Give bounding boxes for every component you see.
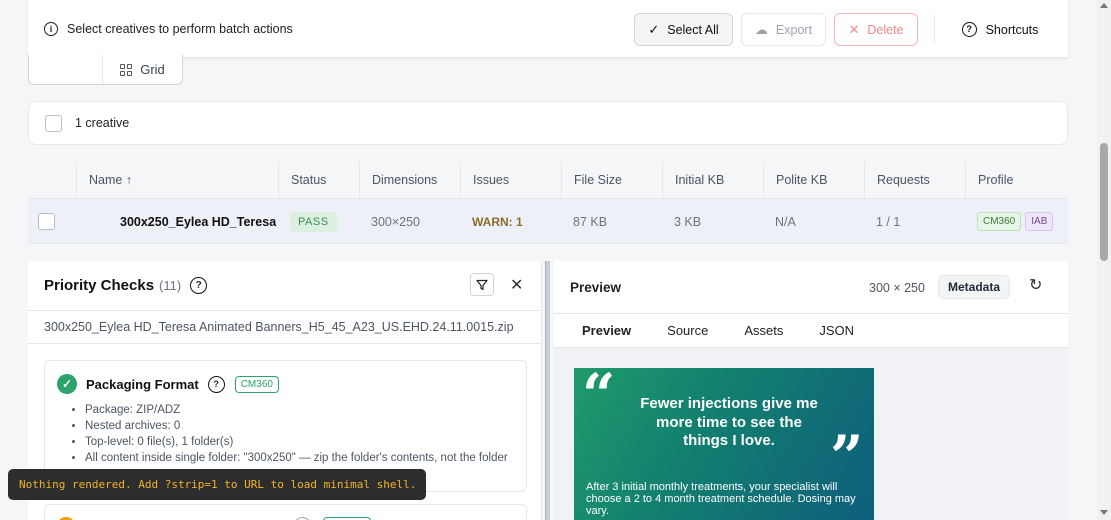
scroll-down-arrow-icon[interactable] [1100,510,1108,515]
check-icon: ✓ [648,21,660,37]
metadata-button[interactable]: Metadata [938,275,1011,299]
column-header-polite-kb[interactable]: Polite KB [763,161,864,199]
priority-checks-title: Priority Checks [44,277,155,294]
scrollbar-thumb[interactable] [1100,143,1108,261]
row-checkbox[interactable] [38,213,55,230]
batch-action-bar: i Select creatives to perform batch acti… [28,0,1068,58]
tab-preview[interactable]: Preview [582,323,631,338]
grid-label: Grid [140,62,165,77]
close-icon[interactable]: ✕ [510,275,523,295]
check-card-badge: CM360 [234,375,279,393]
issues-cell: WARN: 1 [460,199,561,244]
creatives-table: Name ↑ Status Dimensions Issues File Siz… [28,161,1068,244]
shortcuts-button[interactable]: ? Shortcuts [950,13,1050,46]
view-toggle: Grid [28,55,183,85]
close-quote-glyph: ” [830,423,864,491]
select-all-checkbox[interactable] [45,114,62,132]
dimensions-cell: 300×250 [371,214,421,229]
priority-checks-count: (11) [159,278,182,293]
check-detail-item: Package: ZIP/ADZ [85,402,526,418]
check-card-next[interactable] [44,504,527,520]
preview-header: Preview 300 × 250 Metadata ↻ [554,261,1068,314]
export-label: Export [775,22,813,37]
delete-label: Delete [867,22,904,37]
column-header-file-size[interactable]: File Size [561,161,662,199]
refresh-icon[interactable]: ↻ [1029,275,1042,295]
row-select-cell [28,199,76,244]
preview-canvas: “ Fewer injections give me more time to … [554,348,1068,520]
preview-dimensions: 300 × 250 [869,281,925,295]
view-toggle-grid[interactable]: Grid [103,55,182,84]
profile-badge-cm360: CM360 [977,212,1022,231]
tab-json[interactable]: JSON [819,323,854,338]
ad-banner-preview[interactable]: “ Fewer injections give me more time to … [574,361,874,520]
status-cell: PASS [278,199,359,244]
shortcuts-label: Shortcuts [985,22,1039,37]
banner-headline: Fewer injections give me more time to se… [640,395,818,449]
preview-title: Preview [570,279,622,295]
filter-icon [476,279,488,290]
creative-count: 1 creative [75,116,130,130]
select-all-button[interactable]: ✓ Select All [634,13,733,46]
export-button[interactable]: ☁ Export [741,13,826,46]
polite-kb-cell: N/A [775,214,796,229]
debug-toast: Nothing rendered. Add ?strip=1 to URL to… [8,469,426,500]
delete-button[interactable]: ✕ Delete [834,13,918,46]
tab-assets[interactable]: Assets [744,323,783,338]
batch-info-text: Select creatives to perform batch action… [67,21,293,36]
page-scrollbar[interactable] [1097,0,1111,520]
tab-source[interactable]: Source [667,323,708,338]
issues-badge[interactable]: WARN: 1 [472,215,523,229]
creative-count-bar: 1 creative [28,101,1068,145]
preview-tabs: Preview Source Assets JSON [554,314,1068,348]
banner-subline: After 3 initial monthly treatments, your… [586,481,856,517]
filter-button[interactable] [470,273,494,296]
help-icon[interactable]: ? [190,277,208,294]
view-toggle-list[interactable] [29,55,103,84]
check-detail-item: Top-level: 0 file(s), 1 folder(s) [85,434,526,450]
column-header-name[interactable]: Name ↑ [76,161,278,199]
check-card-title: Packaging Format [86,376,199,392]
select-all-label: Select All [667,22,719,37]
column-header-profile[interactable]: Profile [965,161,1068,199]
debug-toast-text: Nothing rendered. Add ?strip=1 to URL to… [19,478,417,491]
check-detail-item: Nested archives: 0 [85,418,526,434]
requests-cell: 1 / 1 [876,214,901,229]
check-card-header: ✓ Packaging Format ? CM360 [57,374,526,394]
table-row[interactable]: 300x250_Eylea HD_Teresa Animated Banners… [28,199,1068,244]
scroll-up-arrow-icon[interactable] [1100,3,1108,8]
check-card-details: Package: ZIP/ADZ Nested archives: 0 Top-… [85,402,526,466]
initial-kb-cell: 3 KB [674,214,702,229]
column-header-status[interactable]: Status [278,161,359,199]
creative-name[interactable]: 300x250_Eylea HD_Teresa Animated Banners… [76,199,278,244]
check-detail-item: All content inside single folder: "300x2… [85,450,526,466]
panel-resize-handle[interactable] [545,261,550,520]
toolbar-divider [934,15,935,43]
info-icon: i [44,21,58,36]
column-header-dimensions[interactable]: Dimensions [359,161,460,199]
column-header-select [28,161,76,199]
priority-checks-filename: 300x250_Eylea HD_Teresa Animated Banners… [28,311,541,344]
close-icon: ✕ [848,21,860,37]
profile-cell: CM360 IAB [965,199,1068,244]
table-header: Name ↑ Status Dimensions Issues File Siz… [28,161,1068,199]
priority-checks-header: Priority Checks (11) ? ✕ [28,261,541,311]
batch-info: i Select creatives to perform batch acti… [44,21,293,36]
profile-badge-iab: IAB [1025,212,1054,231]
upload-cloud-icon: ☁ [754,21,768,37]
help-icon[interactable]: ? [207,375,225,393]
preview-panel: Preview 300 × 250 Metadata ↻ Preview Sou… [554,261,1068,520]
column-header-initial-kb[interactable]: Initial KB [662,161,763,199]
grid-icon [120,63,133,76]
column-header-issues[interactable]: Issues [460,161,561,199]
file-size-cell: 87 KB [573,214,608,229]
open-quote-glyph: “ [582,361,616,429]
column-header-requests[interactable]: Requests [864,161,965,199]
check-circle-icon: ✓ [57,374,77,394]
status-badge: PASS [290,211,337,232]
help-icon: ? [961,22,977,37]
